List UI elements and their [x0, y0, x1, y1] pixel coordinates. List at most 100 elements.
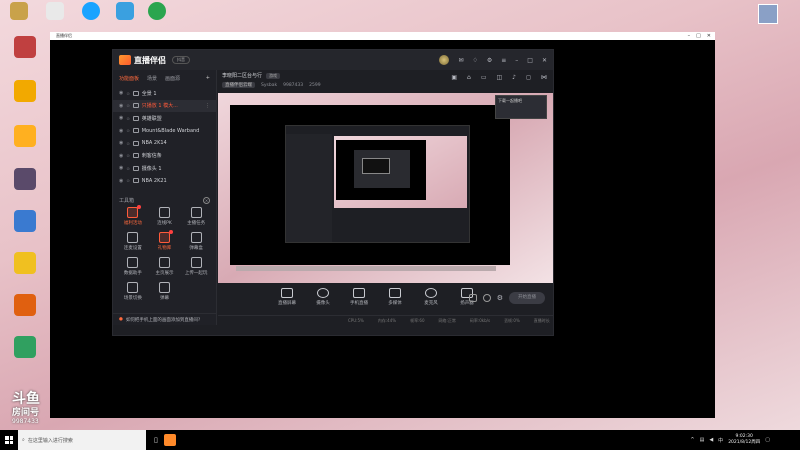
menu-icon[interactable]: ≡: [501, 57, 506, 64]
tool-item[interactable]: 礼物库: [149, 230, 181, 251]
scene-item[interactable]: ◉ ⊙ 全景 1: [113, 87, 216, 100]
minimize-icon[interactable]: –: [688, 33, 691, 39]
scene-item[interactable]: ◉ ⊙ Mount&Blade Warband: [113, 125, 216, 138]
tab-function-panel[interactable]: 功能面板: [119, 75, 139, 82]
source-control[interactable]: 多媒体: [384, 288, 406, 306]
avatar[interactable]: [439, 55, 450, 65]
eye-icon[interactable]: ◉: [119, 178, 123, 184]
desktop-icon[interactable]: [8, 210, 42, 232]
scene-item[interactable]: ◉ ⊙ 摄像头 1: [113, 162, 216, 175]
ime-icon[interactable]: 中: [718, 437, 723, 444]
tool-item[interactable]: 场景切换: [117, 282, 149, 301]
settings-icon[interactable]: ⚙: [497, 294, 503, 302]
tool-item[interactable]: 连线PK: [149, 207, 181, 226]
tool-item[interactable]: 福利活动: [117, 205, 149, 226]
scene-item[interactable]: ◉ ⊙ 英雄联盟: [113, 112, 216, 125]
tab-scenes[interactable]: 场景: [147, 75, 157, 82]
start-live-button[interactable]: 开始直播: [509, 292, 545, 304]
share-icon[interactable]: ⋈: [541, 74, 547, 81]
desktop-icon[interactable]: [8, 125, 42, 147]
desktop-icon-qq[interactable]: [78, 2, 104, 20]
desktop-icon[interactable]: [8, 336, 42, 358]
eye-icon[interactable]: ◉: [119, 115, 123, 121]
close-icon[interactable]: ✕: [707, 33, 711, 39]
mute-icon[interactable]: [482, 294, 491, 302]
scene-name: 只播放 1 模大...: [141, 103, 178, 110]
eye-icon[interactable]: ◉: [119, 128, 123, 134]
desktop-icon-mount-blade[interactable]: [6, 2, 32, 20]
record-icon[interactable]: [468, 294, 477, 302]
source-control[interactable]: 摄像头: [312, 288, 334, 306]
tool-item[interactable]: 弹幕: [149, 282, 181, 301]
taskbar-search[interactable]: ⌕ 在这里输入进行搜索: [18, 430, 146, 450]
screen-icon[interactable]: ▭: [481, 74, 487, 81]
eye-icon[interactable]: ◉: [119, 103, 123, 109]
platform-pill[interactable]: 抖音: [172, 56, 190, 64]
eye-icon[interactable]: ◉: [119, 140, 123, 146]
lock-icon[interactable]: ⊙: [126, 128, 129, 133]
desktop-icon[interactable]: [8, 168, 42, 190]
message-icon[interactable]: ✉: [458, 57, 463, 64]
tab-sources[interactable]: 画面源: [165, 75, 180, 82]
desktop-icon-file[interactable]: [42, 2, 68, 20]
maximize-icon[interactable]: □: [696, 33, 701, 39]
tool-item[interactable]: 弹幕盒: [180, 232, 212, 251]
tool-item[interactable]: 数据助手: [117, 257, 149, 276]
minimize-icon[interactable]: –: [515, 57, 518, 64]
close-icon[interactable]: ✕: [542, 57, 547, 64]
desktop-icon[interactable]: [8, 252, 42, 274]
lock-icon[interactable]: ⊙: [126, 166, 129, 171]
lock-icon[interactable]: ⌂: [467, 74, 471, 81]
tool-item[interactable]: 上传一起玩: [180, 257, 212, 276]
start-button[interactable]: [0, 430, 18, 450]
desktop-icon-right[interactable]: [750, 4, 786, 24]
network-icon[interactable]: ▤: [700, 437, 705, 443]
source-control[interactable]: 手机直播: [348, 288, 370, 306]
lock-icon[interactable]: ⊙: [126, 178, 129, 183]
stream-preview[interactable]: 下载一起播吧: [218, 93, 553, 283]
layers-icon[interactable]: ▣: [451, 74, 457, 81]
scene-item[interactable]: ◉ ⊙ NBA 2K14: [113, 137, 216, 150]
eye-icon[interactable]: ◉: [119, 153, 123, 159]
maximize-icon[interactable]: □: [527, 57, 533, 64]
scene-item[interactable]: ◉ ⊙ 只播放 1 模大... ⋮: [113, 99, 216, 112]
window-titlebar[interactable]: 直播伴侣 – □ ✕: [50, 32, 715, 40]
lock-icon[interactable]: ⊙: [126, 141, 129, 146]
room-title[interactable]: 李晓阳二区台与行: [222, 72, 262, 79]
desktop-icon[interactable]: [8, 80, 42, 102]
bell-icon[interactable]: ♪: [512, 74, 516, 81]
lock-icon[interactable]: ⊙: [126, 91, 129, 96]
desktop-icon-wechat[interactable]: [144, 2, 170, 20]
tool-item[interactable]: 连麦设置: [117, 232, 149, 251]
source-control[interactable]: 麦克风: [420, 288, 442, 306]
taskbar-clock[interactable]: 9:02:30 2021/8/12周四: [728, 434, 760, 446]
lock-icon[interactable]: ⊙: [126, 103, 129, 108]
more-icon[interactable]: ⋮: [205, 103, 210, 109]
tool-item[interactable]: 主页展示: [149, 257, 181, 276]
desktop-icon-network[interactable]: [112, 2, 138, 20]
volume-icon[interactable]: ◀: [709, 437, 713, 443]
taskbar-app-live-companion[interactable]: [163, 434, 176, 446]
shirt-icon[interactable]: ♢: [472, 57, 477, 64]
eye-icon[interactable]: ◉: [119, 165, 123, 171]
settings-icon[interactable]: ⚙: [487, 57, 492, 64]
source-control[interactable]: 直播屏幕: [276, 288, 298, 306]
help-tip[interactable]: ● 如何把手机上面的画面添加到直播间?: [113, 313, 217, 325]
lock-icon[interactable]: ⊙: [126, 116, 129, 121]
preview-notice[interactable]: 下载一起播吧: [495, 95, 547, 119]
desktop-icon[interactable]: [8, 294, 42, 316]
notification-icon[interactable]: ▢: [765, 437, 770, 443]
lock-icon[interactable]: ⊙: [126, 153, 129, 158]
bag-icon[interactable]: ◫: [497, 74, 503, 81]
desktop-icon[interactable]: [8, 36, 42, 58]
tool-item[interactable]: 主播任务: [180, 207, 212, 226]
room-category-tag[interactable]: 游戏: [266, 72, 281, 79]
close-circle-icon[interactable]: ×: [203, 197, 210, 204]
scene-item[interactable]: ◉ ⊙ 刺客信条: [113, 150, 216, 163]
add-scene-button[interactable]: +: [206, 75, 210, 82]
chat-icon[interactable]: ◻: [526, 74, 531, 81]
chevron-up-icon[interactable]: ^: [690, 437, 694, 443]
eye-icon[interactable]: ◉: [119, 90, 123, 96]
scene-item[interactable]: ◉ ⊙ NBA 2K21: [113, 175, 216, 188]
task-view-icon[interactable]: ▯: [154, 436, 158, 444]
